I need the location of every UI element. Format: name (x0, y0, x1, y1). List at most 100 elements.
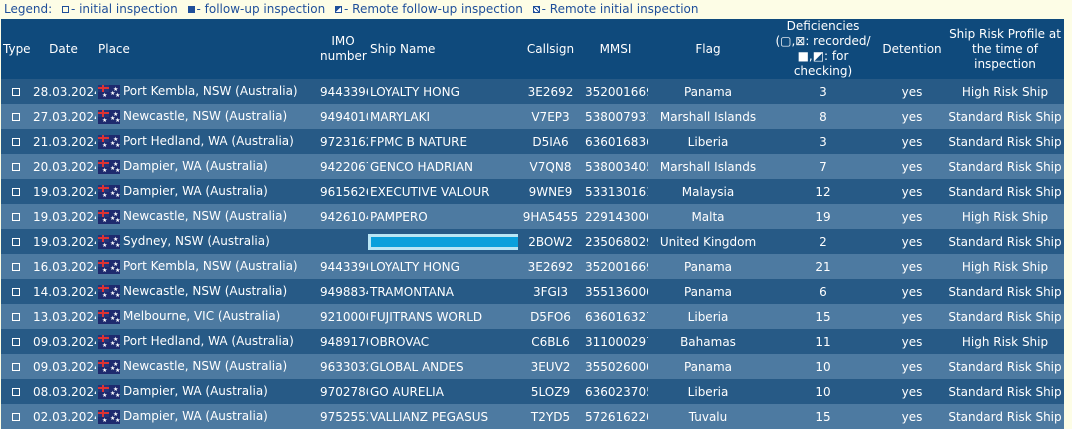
cell-ship-name[interactable]: FUJITRANS WORLD (368, 304, 518, 329)
cell-deficiencies[interactable]: 15 (768, 304, 878, 329)
cell-deficiencies[interactable]: 8 (768, 104, 878, 129)
place-label[interactable]: Port Hedland, WA (Australia) (123, 334, 294, 348)
legend-remote-initial: - Remote initial inspection (541, 2, 699, 16)
table-row[interactable]: 08.03.2024 ★ ★ ★ ★ Dampier, WA (Australia) 970… (1, 379, 1064, 404)
cell-ship-name[interactable]: PAMPERO (368, 204, 518, 229)
header-place[interactable]: Place (96, 19, 318, 79)
cell-flag: Bahamas (680, 334, 736, 349)
cell-ship-name[interactable]: GLOBAL ANDES (368, 354, 518, 379)
inspections-table: Type Date Place IMO number Ship Name Cal… (1, 19, 1064, 429)
place-label[interactable]: Port Kembla, NSW (Australia) (123, 259, 298, 273)
table-row[interactable]: 19.03.2024 ★ ★ ★ ★ Dampier, WA (Australia) 961… (1, 179, 1064, 204)
initial-inspection-icon (12, 313, 20, 321)
cell-ship-name (368, 229, 518, 254)
place-label[interactable]: Newcastle, NSW (Australia) (123, 284, 287, 298)
header-callsign[interactable]: Callsign (518, 19, 583, 79)
table-row[interactable]: 02.03.2024 ★ ★ ★ ★ Dampier, WA (Australia) 975… (1, 404, 1064, 429)
cell-ship-name[interactable]: GENCO HADRIAN (368, 154, 518, 179)
initial-inspection-icon (12, 238, 20, 246)
cell-deficiencies[interactable]: 2 (768, 229, 878, 254)
header-mmsi[interactable]: MMSI (583, 19, 648, 79)
cell-mmsi: 355136000 (585, 284, 648, 299)
cell-ship-name[interactable]: FPMC B NATURE (368, 129, 518, 154)
table-row[interactable]: 19.03.2024 ★ ★ ★ ★ Sydney, NSW (Australia) 2BO… (1, 229, 1064, 254)
header-risk-profile[interactable]: Ship Risk Profile at the time of inspect… (946, 19, 1064, 79)
cell-deficiencies[interactable]: 7 (768, 154, 878, 179)
cell-ship-name[interactable]: VALLIANZ PEGASUS (368, 404, 518, 429)
cell-place: ★ ★ ★ ★ Port Kembla, NSW (Australia) (96, 254, 318, 279)
header-date[interactable]: Date (31, 19, 96, 79)
table-row[interactable]: 14.03.2024 ★ ★ ★ ★ Newcastle, NSW (Australia)… (1, 279, 1064, 304)
header-ship-name[interactable]: Ship Name (368, 19, 518, 79)
initial-inspection-icon (12, 413, 20, 421)
table-row[interactable]: 09.03.2024 ★ ★ ★ ★ Newcastle, NSW (Australia)… (1, 354, 1064, 379)
table-row[interactable]: 27.03.2024 ★ ★ ★ ★ Newcastle, NSW (Australia)… (1, 104, 1064, 129)
table-row[interactable]: 16.03.2024 ★ ★ ★ ★ Port Kembla, NSW (Australi… (1, 254, 1064, 279)
cell-callsign: C6BL6 (531, 334, 570, 349)
cell-detention: yes (901, 209, 923, 224)
cell-deficiencies[interactable]: 10 (768, 354, 878, 379)
table-row[interactable]: 13.03.2024 ★ ★ ★ ★ Melbourne, VIC (Australia)… (1, 304, 1064, 329)
cell-date: 20.03.2024 (33, 159, 96, 174)
cell-ship-name[interactable]: GO AURELIA (368, 379, 518, 404)
place-label[interactable]: Melbourne, VIC (Australia) (123, 309, 280, 323)
initial-inspection-icon (12, 113, 20, 121)
cell-deficiencies[interactable]: 3 (768, 79, 878, 104)
cell-risk-profile: High Risk Ship (961, 209, 1049, 224)
cell-detention: yes (901, 284, 923, 299)
cell-flag: Liberia (687, 384, 729, 399)
cell-deficiencies[interactable]: 19 (768, 204, 878, 229)
table-row[interactable]: 20.03.2024 ★ ★ ★ ★ Dampier, WA (Australia) 942… (1, 154, 1064, 179)
header-flag[interactable]: Flag (648, 19, 768, 79)
cell-deficiencies[interactable]: 21 (768, 254, 878, 279)
cell-flag: Malta (691, 209, 725, 224)
place-label[interactable]: Port Kembla, NSW (Australia) (123, 84, 298, 98)
legend-prefix: Legend: (4, 2, 53, 16)
place-label[interactable]: Newcastle, NSW (Australia) (123, 359, 287, 373)
cell-detention: yes (901, 384, 923, 399)
place-label[interactable]: Dampier, WA (Australia) (123, 384, 268, 398)
place-label[interactable]: Dampier, WA (Australia) (123, 159, 268, 173)
cell-deficiencies[interactable]: 15 (768, 404, 878, 429)
cell-place: ★ ★ ★ ★ Dampier, WA (Australia) (96, 379, 318, 404)
cell-deficiencies[interactable]: 12 (768, 179, 878, 204)
cell-deficiencies[interactable]: 11 (768, 329, 878, 354)
cell-ship-name[interactable]: OBROVAC (368, 329, 518, 354)
header-type[interactable]: Type (1, 19, 31, 79)
place-label[interactable]: Newcastle, NSW (Australia) (123, 109, 287, 123)
initial-inspection-icon (12, 338, 20, 346)
cell-risk-profile: Standard Risk Ship (948, 384, 1062, 399)
cell-imo: 9426104 (320, 209, 368, 224)
table-row[interactable]: 28.03.2024 ★ ★ ★ ★ Port Kembla, NSW (Australi… (1, 79, 1064, 104)
cell-deficiencies[interactable]: 3 (768, 129, 878, 154)
cell-mmsi: 572616220 (585, 409, 648, 424)
cell-callsign: 5LOZ9 (530, 384, 571, 399)
place-label[interactable]: Sydney, NSW (Australia) (123, 234, 270, 248)
header-detention[interactable]: Detention (878, 19, 946, 79)
table-row[interactable]: 09.03.2024 ★ ★ ★ ★ Port Hedland, WA (Australi… (1, 329, 1064, 354)
place-label[interactable]: Dampier, WA (Australia) (123, 409, 268, 423)
place-label[interactable]: Port Hedland, WA (Australia) (123, 134, 294, 148)
place-label[interactable]: Newcastle, NSW (Australia) (123, 209, 287, 223)
cell-ship-name[interactable]: EXECUTIVE VALOUR (368, 179, 518, 204)
cell-ship-name[interactable]: TRAMONTANA (368, 279, 518, 304)
australia-flag-icon: ★ ★ ★ ★ (98, 309, 120, 324)
cell-ship-name[interactable]: MARYLAKI (368, 104, 518, 129)
initial-inspection-icon (12, 188, 20, 196)
table-row[interactable]: 19.03.2024 ★ ★ ★ ★ Newcastle, NSW (Australia)… (1, 204, 1064, 229)
cell-imo: 9633032 (320, 359, 368, 374)
cell-ship-name[interactable]: LOYALTY HONG (368, 254, 518, 279)
cell-type (1, 79, 31, 104)
header-imo[interactable]: IMO number (318, 19, 368, 79)
place-label[interactable]: Dampier, WA (Australia) (123, 184, 268, 198)
cell-flag: Marshall Islands (659, 159, 757, 174)
legend-followup: - follow-up inspection (196, 2, 326, 16)
table-row[interactable]: 21.03.2024 ★ ★ ★ ★ Port Hedland, WA (Australi… (1, 129, 1064, 154)
header-deficiencies[interactable]: Deficiencies (▢,⊠: recorded/ ■,◩: for ch… (768, 19, 878, 79)
cell-deficiencies[interactable]: 10 (768, 379, 878, 404)
cell-deficiencies[interactable]: 6 (768, 279, 878, 304)
followup-inspection-icon (187, 6, 195, 13)
cell-mmsi: 636016836 (585, 134, 648, 149)
cell-ship-name[interactable]: LOYALTY HONG (368, 79, 518, 104)
cell-date: 28.03.2024 (33, 84, 96, 99)
